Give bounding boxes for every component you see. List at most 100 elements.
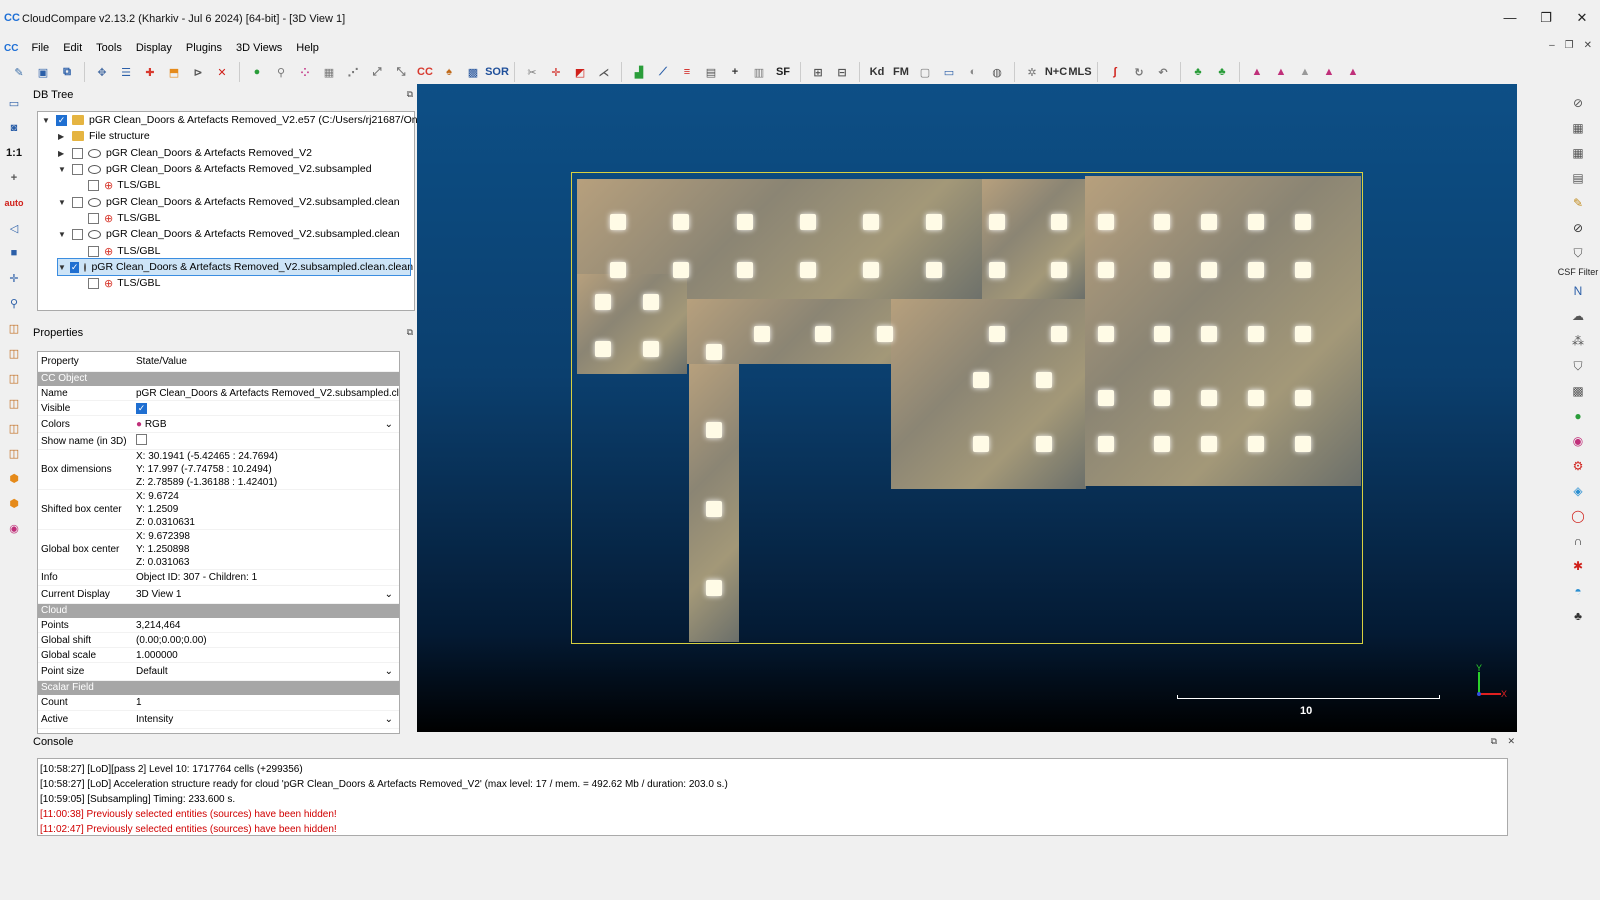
dish-icon[interactable]: ◓: [1567, 580, 1589, 602]
float-panel-icon[interactable]: ⧉: [407, 89, 413, 100]
visibility-checkbox[interactable]: [72, 196, 83, 208]
translate-icon[interactable]: ✛: [545, 61, 567, 83]
tree-row-cloud[interactable]: ▼ pGR Clean_Doors & Artefacts Removed_V2…: [58, 161, 372, 177]
segment-icon[interactable]: ⤡: [390, 61, 412, 83]
show-name-checkbox[interactable]: [136, 434, 147, 445]
add-point-icon[interactable]: ✚: [139, 61, 161, 83]
visibility-checkbox[interactable]: ✓: [69, 261, 80, 273]
table-icon[interactable]: ▤: [700, 61, 722, 83]
bug-icon[interactable]: ✱: [1567, 555, 1589, 577]
shade-icon[interactable]: ◐: [962, 61, 984, 83]
tree-row-cloud[interactable]: ▼ pGR Clean_Doors & Artefacts Removed_V2…: [58, 194, 400, 210]
scalar-field-icon[interactable]: SF: [772, 61, 794, 83]
pcv-icon[interactable]: ▩: [1567, 380, 1589, 402]
expand-arrow-icon[interactable]: ▼: [58, 165, 68, 174]
subsample-icon[interactable]: ▩: [462, 61, 484, 83]
normals-icon[interactable]: ⚲: [270, 61, 292, 83]
north-icon[interactable]: N: [1567, 280, 1589, 302]
shield-2-icon[interactable]: ⛉: [1567, 355, 1589, 377]
prop-value[interactable]: pGR Clean_Doors & Artefacts Removed_V2.s…: [134, 388, 399, 399]
mdi-close-button[interactable]: ✕: [1584, 40, 1592, 51]
rotate-icon[interactable]: ↻: [1128, 61, 1150, 83]
people-icon[interactable]: ⁂: [1567, 330, 1589, 352]
kd-tree-icon[interactable]: Kd: [866, 61, 888, 83]
ellipse-icon[interactable]: ◯: [1567, 505, 1589, 527]
view-right-icon[interactable]: ◫: [2, 417, 26, 439]
tree-row-cloud-selected[interactable]: ▼ ✓ pGR Clean_Doors & Artefacts Removed_…: [57, 258, 413, 276]
view-front-icon[interactable]: ◫: [2, 342, 26, 364]
stereo-icon[interactable]: ◉: [2, 517, 26, 539]
arch-icon[interactable]: ∩: [1567, 530, 1589, 552]
display-icon[interactable]: ▭: [2, 92, 26, 114]
point-size-select[interactable]: Default ⌄: [134, 666, 399, 677]
cloud-icon[interactable]: ☁: [1567, 305, 1589, 327]
colors-select[interactable]: ● RGB ⌄: [134, 419, 399, 430]
compress-icon[interactable]: ▢: [914, 61, 936, 83]
console-log[interactable]: [10:58:27] [LoD][pass 2] Level 10: 17177…: [37, 758, 1508, 836]
iso-front-icon[interactable]: ⬢: [2, 467, 26, 489]
tree-row-cloud[interactable]: ▼ pGR Clean_Doors & Artefacts Removed_V2…: [58, 226, 400, 242]
auto-pivot-button[interactable]: auto: [2, 192, 26, 214]
merge-icon[interactable]: ⬒: [163, 61, 185, 83]
expand-arrow-icon[interactable]: ▼: [58, 263, 66, 272]
pivot-icon[interactable]: +: [2, 167, 26, 189]
menu-tools[interactable]: Tools: [89, 42, 129, 54]
3d-view[interactable]: 10 Y X: [417, 84, 1517, 732]
zoom-1-1-button[interactable]: 1:1: [2, 142, 26, 164]
filter-icon[interactable]: ♠: [438, 61, 460, 83]
visibility-checkbox[interactable]: [88, 245, 99, 257]
menu-display[interactable]: Display: [129, 42, 179, 54]
canupo-create-icon[interactable]: ⊞: [807, 61, 829, 83]
expand-arrow-icon[interactable]: ▼: [42, 116, 52, 125]
restore-button[interactable]: ❐: [1528, 10, 1564, 26]
mdi-minimize-button[interactable]: –: [1549, 40, 1555, 51]
no-entry-icon[interactable]: ⊘: [1567, 92, 1589, 114]
col-icon[interactable]: ▦: [1567, 117, 1589, 139]
close-panel-icon[interactable]: ✕: [1507, 736, 1515, 747]
close-button[interactable]: ✕: [1564, 10, 1600, 26]
fit-icon[interactable]: ⤢: [366, 61, 388, 83]
visibility-checkbox[interactable]: [88, 179, 99, 191]
visibility-checkbox[interactable]: [72, 147, 83, 159]
view-top-icon[interactable]: ◫: [2, 317, 26, 339]
visible-checkbox[interactable]: ✓: [136, 402, 147, 414]
mountain-2-icon[interactable]: ▲: [1270, 61, 1292, 83]
align-icon[interactable]: ⋌: [593, 61, 615, 83]
open-icon[interactable]: ✎: [8, 61, 30, 83]
zoom-icon[interactable]: ⚲: [2, 292, 26, 314]
color-icon[interactable]: ●: [246, 61, 268, 83]
active-sf-select[interactable]: Intensity ⌄: [134, 714, 399, 725]
mountain-4-icon[interactable]: ▲: [1318, 61, 1340, 83]
iso-back-icon[interactable]: ⬢: [2, 492, 26, 514]
graph-icon[interactable]: ⟋: [652, 61, 674, 83]
expand-arrow-icon[interactable]: ▶: [58, 149, 68, 158]
fm-icon[interactable]: FM: [890, 61, 912, 83]
float-panel-icon[interactable]: ⧉: [1491, 736, 1497, 747]
minimize-button[interactable]: —: [1492, 10, 1528, 26]
trees-icon[interactable]: ♣: [1567, 605, 1589, 627]
curve-icon[interactable]: ʃ: [1104, 61, 1126, 83]
db-tree[interactable]: ▼ ✓ pGR Clean_Doors & Artefacts Removed_…: [37, 111, 432, 311]
gear-icon[interactable]: ⚙: [1567, 455, 1589, 477]
rgb-icon[interactable]: ◉: [1567, 430, 1589, 452]
visibility-checkbox[interactable]: [88, 277, 99, 289]
mls-icon[interactable]: MLS: [1068, 61, 1091, 83]
plane-icon[interactable]: ◩: [569, 61, 591, 83]
save-all-icon[interactable]: ⧉: [56, 61, 78, 83]
expand-arrow-icon[interactable]: ▼: [58, 198, 68, 207]
properties-icon[interactable]: ☰: [115, 61, 137, 83]
mountain-3-icon[interactable]: ▲: [1294, 61, 1316, 83]
mountain-1-icon[interactable]: ▲: [1246, 61, 1268, 83]
forest-icon[interactable]: ♣: [1211, 61, 1233, 83]
edit-icon[interactable]: ✂: [521, 61, 543, 83]
calculator-icon[interactable]: ▥: [748, 61, 770, 83]
stat-icon[interactable]: ▦: [1567, 142, 1589, 164]
current-display-select[interactable]: 3D View 1 ⌄: [134, 589, 399, 600]
mdi-restore-button[interactable]: ❐: [1565, 40, 1574, 51]
float-panel-icon[interactable]: ⧉: [407, 327, 413, 338]
normal-compute-icon[interactable]: N+C: [1045, 61, 1067, 83]
layers-icon[interactable]: ◈: [1567, 480, 1589, 502]
puzzle-icon[interactable]: ✲: [1021, 61, 1043, 83]
menu-edit[interactable]: Edit: [56, 42, 89, 54]
canupo-classify-icon[interactable]: ⊟: [831, 61, 853, 83]
